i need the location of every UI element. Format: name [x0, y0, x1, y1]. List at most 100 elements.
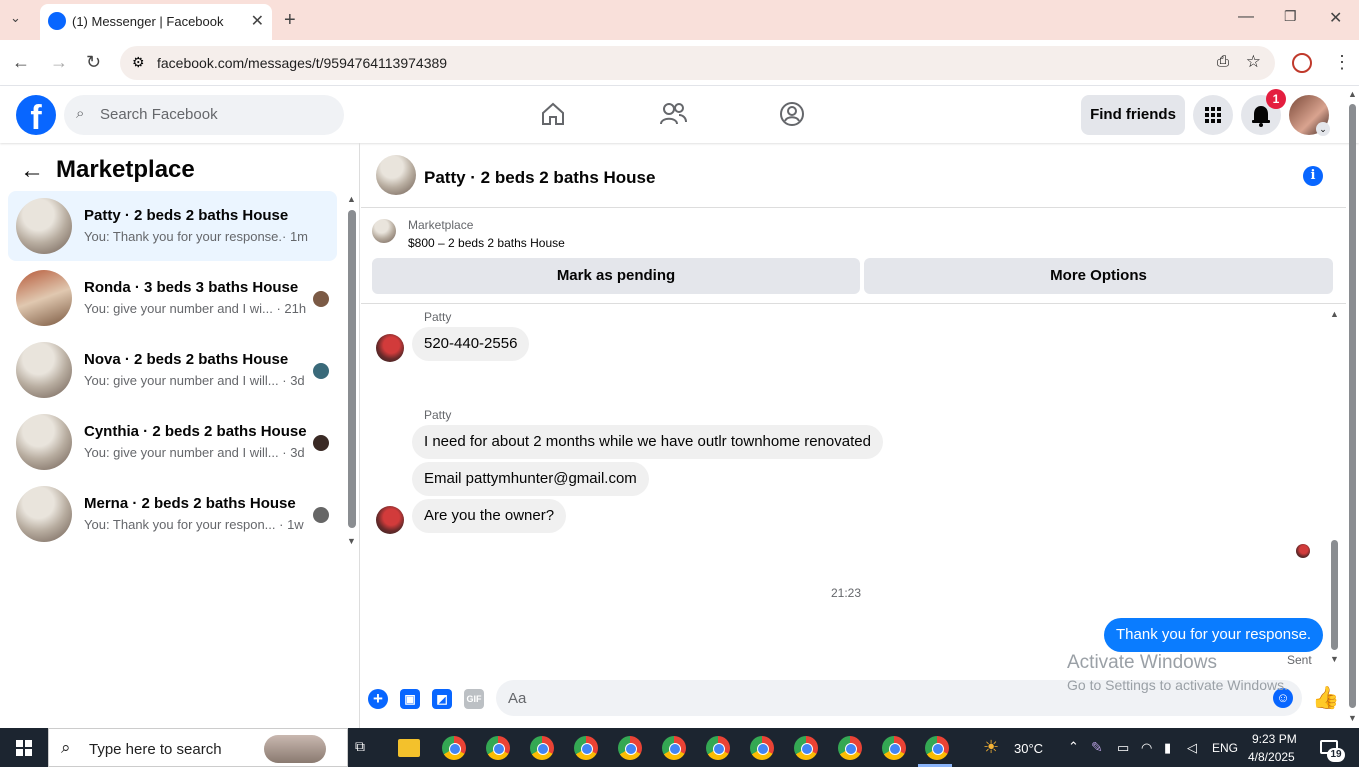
activate-windows-watermark: Activate Windows	[1067, 652, 1217, 673]
tab-title: (1) Messenger | Facebook	[72, 14, 224, 29]
seen-avatar	[313, 435, 329, 451]
chat-scroll-down-icon[interactable]: ▼	[1330, 654, 1339, 664]
chrome-app-icon[interactable]	[838, 736, 862, 760]
conversation-item[interactable]: Merna · 2 beds 2 baths House You: Thank …	[8, 479, 337, 549]
conversation-name: Patty · 2 beds 2 baths House	[84, 207, 289, 224]
chrome-app-icon[interactable]	[925, 736, 949, 760]
chat-title[interactable]: Patty · 2 beds 2 baths House	[424, 168, 655, 188]
tab-list-icon[interactable]: ⌄	[10, 10, 21, 26]
conversation-item[interactable]: Cynthia · 2 beds 2 baths House You: give…	[8, 407, 337, 477]
listing-thumbnail	[16, 198, 72, 254]
back-icon[interactable]: ←	[12, 52, 30, 73]
more-options-button[interactable]: More Options	[864, 258, 1333, 294]
message-bubble[interactable]: 520-440-2556	[412, 327, 530, 361]
message-bubble[interactable]: Email pattymhunter@gmail.com	[412, 462, 649, 496]
file-explorer-icon[interactable]	[398, 739, 420, 757]
chrome-app-icon[interactable]	[574, 736, 598, 760]
menu-grid-icon[interactable]	[1193, 95, 1233, 135]
read-receipt-avatar	[1296, 544, 1310, 558]
listing-price[interactable]: $800 – 2 beds 2 baths House	[408, 236, 565, 250]
wifi-icon[interactable]: ◠	[1141, 740, 1152, 756]
volume-icon[interactable]: ◁	[1187, 740, 1197, 756]
task-view-icon[interactable]: ⧉	[350, 738, 370, 758]
windows-start-icon[interactable]	[16, 740, 32, 756]
sender-avatar[interactable]	[376, 506, 404, 534]
account-chevron-down-icon[interactable]: ⌄	[1316, 122, 1330, 136]
conversation-list-scrollbar[interactable]	[348, 210, 356, 528]
url-field[interactable]: ⚙ facebook.com/messages/t/95947641139743…	[120, 46, 1275, 80]
new-tab-icon[interactable]: +	[284, 9, 296, 32]
window-close-icon[interactable]: ✕	[1329, 8, 1342, 28]
page-scroll-up-icon[interactable]: ▲	[1348, 89, 1357, 99]
page-scroll-down-icon[interactable]: ▼	[1348, 713, 1357, 723]
pen-icon[interactable]: ✎	[1091, 739, 1103, 756]
sender-avatar[interactable]	[376, 334, 404, 362]
scroll-down-icon[interactable]: ▼	[347, 536, 356, 546]
back-arrow-icon[interactable]: ←	[20, 157, 44, 185]
chrome-app-icon[interactable]	[486, 736, 510, 760]
restore-icon[interactable]: ❐	[1284, 8, 1297, 25]
reload-icon[interactable]: ↻	[86, 52, 101, 73]
profile-icon[interactable]	[1292, 53, 1312, 73]
chrome-app-icon[interactable]	[882, 736, 906, 760]
browser-tab[interactable]: (1) Messenger | Facebook ✕	[40, 4, 272, 40]
conversation-snippet: You: Thank you for your respon... · 1w	[84, 517, 304, 532]
thumbs-up-icon[interactable]: 👍	[1312, 685, 1339, 711]
friends-icon[interactable]	[659, 101, 687, 127]
gif-icon[interactable]: GIF	[464, 689, 484, 709]
tray-chevron-up-icon[interactable]: ⌃	[1068, 739, 1079, 755]
info-icon[interactable]: i	[1303, 166, 1323, 186]
chrome-app-icon[interactable]	[750, 736, 774, 760]
facebook-logo-icon[interactable]: f	[16, 95, 56, 135]
close-tab-icon[interactable]: ✕	[251, 11, 264, 31]
chrome-app-icon[interactable]	[530, 736, 554, 760]
site-info-icon[interactable]: ⚙	[132, 54, 145, 71]
groups-icon[interactable]	[779, 101, 805, 127]
browser-menu-icon[interactable]: ⋮	[1333, 52, 1351, 73]
find-friends-button[interactable]: Find friends	[1081, 95, 1185, 135]
mark-as-pending-button[interactable]: Mark as pending	[372, 258, 860, 294]
listing-thumbnail	[16, 414, 72, 470]
add-plus-icon[interactable]: +	[368, 689, 388, 709]
minimize-icon[interactable]: —	[1238, 8, 1254, 26]
conversation-item[interactable]: Patty · 2 beds 2 baths House You: Thank …	[8, 191, 337, 261]
conversation-item[interactable]: Ronda · 3 beds 3 baths House You: give y…	[8, 263, 337, 333]
listing-mini-thumbnail[interactable]	[372, 219, 396, 243]
search-input[interactable]: ⌕ Search Facebook	[64, 95, 344, 135]
meet-now-icon[interactable]: ▭	[1117, 740, 1129, 756]
forward-icon[interactable]: →	[50, 52, 68, 73]
conversation-item[interactable]: Nova · 2 beds 2 baths House You: give yo…	[8, 335, 337, 405]
chat-scrollbar[interactable]	[1331, 540, 1338, 650]
search-placeholder: Search Facebook	[100, 106, 218, 123]
message-bubble[interactable]: I need for about 2 months while we have …	[412, 425, 883, 459]
bookmark-star-icon[interactable]: ☆	[1246, 52, 1261, 72]
install-app-icon[interactable]: ⎙	[1217, 53, 1229, 70]
attach-image-icon[interactable]: ▣	[400, 689, 420, 709]
chat-scroll-up-icon[interactable]: ▲	[1330, 309, 1339, 319]
chrome-app-icon[interactable]	[706, 736, 730, 760]
url-text: facebook.com/messages/t/9594764113974389	[157, 55, 448, 71]
scroll-up-icon[interactable]: ▲	[347, 194, 356, 204]
battery-icon[interactable]: ▮	[1164, 740, 1171, 756]
clock-time[interactable]: 9:23 PM	[1252, 732, 1297, 746]
chrome-app-icon[interactable]	[662, 736, 686, 760]
notification-badge: 1	[1266, 89, 1286, 109]
outgoing-message-bubble[interactable]: Thank you for your response.	[1104, 618, 1324, 652]
home-icon[interactable]	[540, 101, 566, 127]
marketplace-label: Marketplace	[408, 218, 474, 232]
page-scrollbar[interactable]	[1349, 104, 1356, 708]
message-sender: Patty	[424, 408, 452, 422]
weather-icon[interactable]: ☀	[983, 737, 999, 758]
language-indicator[interactable]: ENG	[1212, 741, 1238, 755]
seen-avatar	[313, 363, 329, 379]
chrome-app-icon[interactable]	[618, 736, 642, 760]
clock-date[interactable]: 4/8/2025	[1248, 750, 1295, 764]
chrome-app-icon[interactable]	[442, 736, 466, 760]
taskbar-search-box[interactable]: ⌕ Type here to search	[48, 728, 348, 767]
message-bubble[interactable]: Are you the owner?	[412, 499, 567, 533]
chat-avatar[interactable]	[376, 155, 416, 195]
sticker-icon[interactable]: ◩	[432, 689, 452, 709]
weather-temperature[interactable]: 30°C	[1014, 741, 1043, 756]
conversation-name: Nova · 2 beds 2 baths House	[84, 351, 289, 368]
chrome-app-icon[interactable]	[794, 736, 818, 760]
